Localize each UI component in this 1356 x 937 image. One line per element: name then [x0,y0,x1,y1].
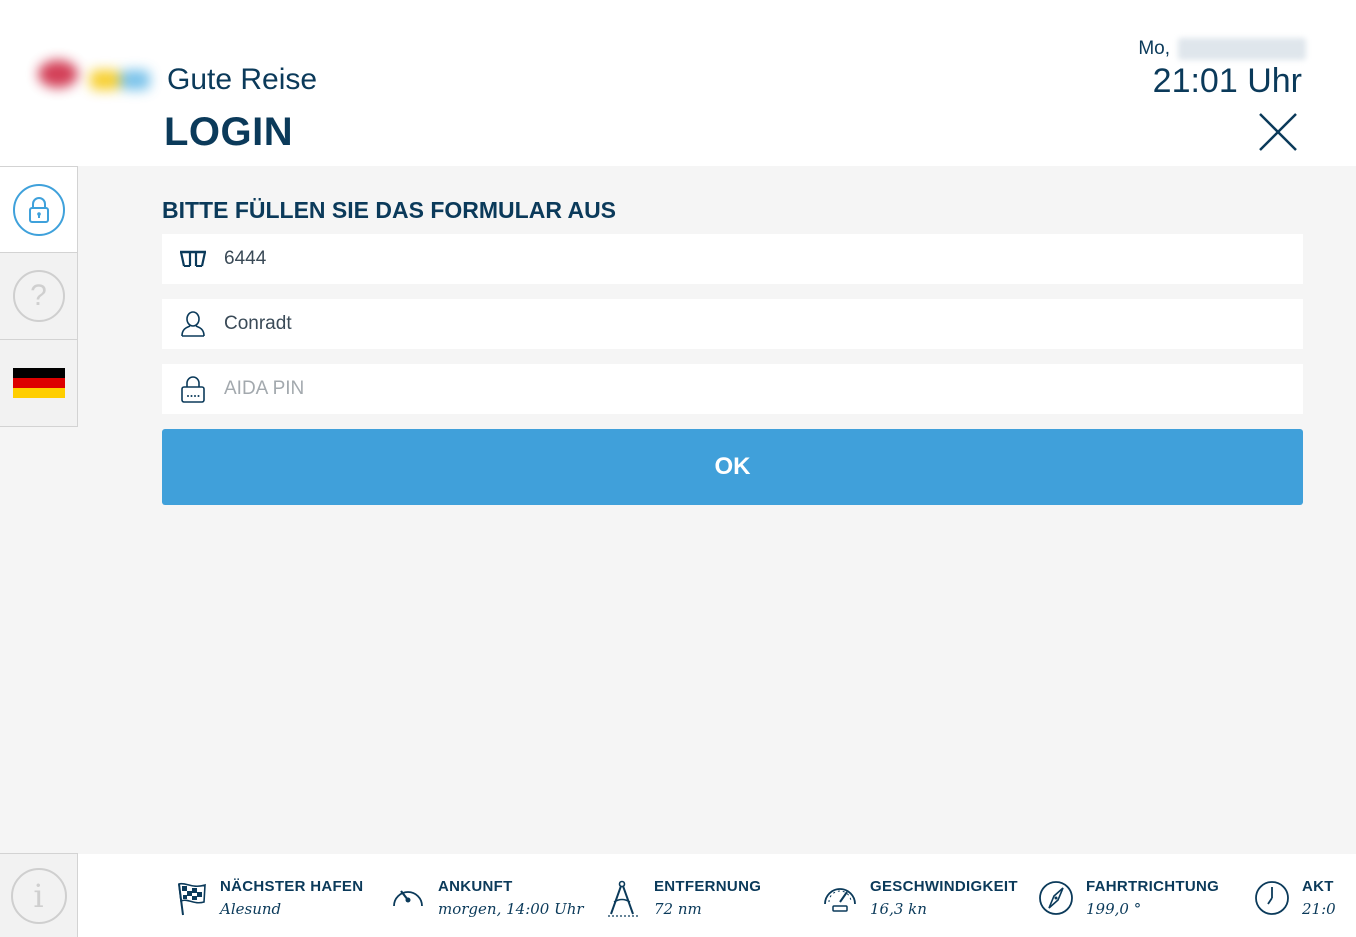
cabin-field[interactable] [162,234,1303,284]
stat-value: 16,3 kn [870,900,927,918]
stat-label: AKT [1302,878,1334,895]
pin-field[interactable] [162,364,1303,414]
padlock-icon [181,376,205,403]
stat-value: 72 nm [654,900,702,918]
clock-time: 21:01 Uhr [1152,62,1302,100]
help-icon: ? [12,270,65,322]
cabin-door-icon [179,250,207,267]
sidebar-item-language[interactable] [0,340,78,427]
stat-arrival: ANKUNFT morgen, 14:00 Uhr [390,878,584,918]
name-field[interactable] [162,299,1303,349]
clock-icon [1255,881,1289,915]
lock-icon [28,196,49,223]
sidebar-item-help[interactable]: ? [0,253,78,340]
date-display: Mo, [1138,38,1306,60]
sidebar: ? [0,166,78,427]
brand-logo [20,40,156,110]
sidebar-item-login[interactable] [0,166,78,253]
voyage-info-bar: NÄCHSTER HAFEN Alesund ANKUNFT morgen, 1… [78,854,1356,937]
stat-value: 21:0 [1302,900,1336,918]
gauge-icon [393,890,423,907]
stat-value: Alesund [220,900,282,918]
stat-next-port: NÄCHSTER HAFEN Alesund [174,878,363,918]
checkered-flag-icon [178,882,206,916]
compass-icon [1039,881,1073,915]
stat-label: NÄCHSTER HAFEN [220,878,364,895]
close-icon [1259,113,1297,151]
info-button[interactable]: i [0,853,78,937]
weekday-label: Mo, [1138,38,1170,59]
compass-divider-icon [608,880,640,917]
name-input[interactable] [224,313,1224,335]
greeting-text: Gute Reise [167,63,318,96]
stat-speed: GESCHWINDIGKEIT 16,3 kn [822,878,1018,918]
german-flag-icon [12,367,65,399]
header: Gute Reise LOGIN Mo, 21:01 Uhr [0,0,1356,166]
stat-label: ENTFERNUNG [654,878,762,895]
close-button[interactable] [1256,110,1300,154]
stat-label: ANKUNFT [438,878,513,895]
user-icon [181,311,205,337]
login-circle [12,183,65,236]
stat-current-time: AKT 21:0 [1254,878,1336,918]
page-title: LOGIN [164,110,294,154]
stat-distance: ENTFERNUNG 72 nm [606,878,761,918]
speedometer-icon [824,888,856,912]
ok-button[interactable]: OK [162,429,1303,505]
stat-label: FAHRTRICHTUNG [1086,878,1220,895]
info-icon: i [10,867,67,924]
cabin-input[interactable] [224,248,1224,270]
blurred-date [1178,38,1306,60]
stat-label: GESCHWINDIGKEIT [870,878,1018,895]
form-heading: BITTE FÜLLEN SIE DAS FORMULAR AUS [162,197,617,223]
pin-input[interactable] [224,378,1224,400]
stat-value: 199,0 ° [1086,900,1142,918]
stat-heading: FAHRTRICHTUNG 199,0 ° [1038,878,1219,918]
stat-value: morgen, 14:00 Uhr [438,900,584,918]
